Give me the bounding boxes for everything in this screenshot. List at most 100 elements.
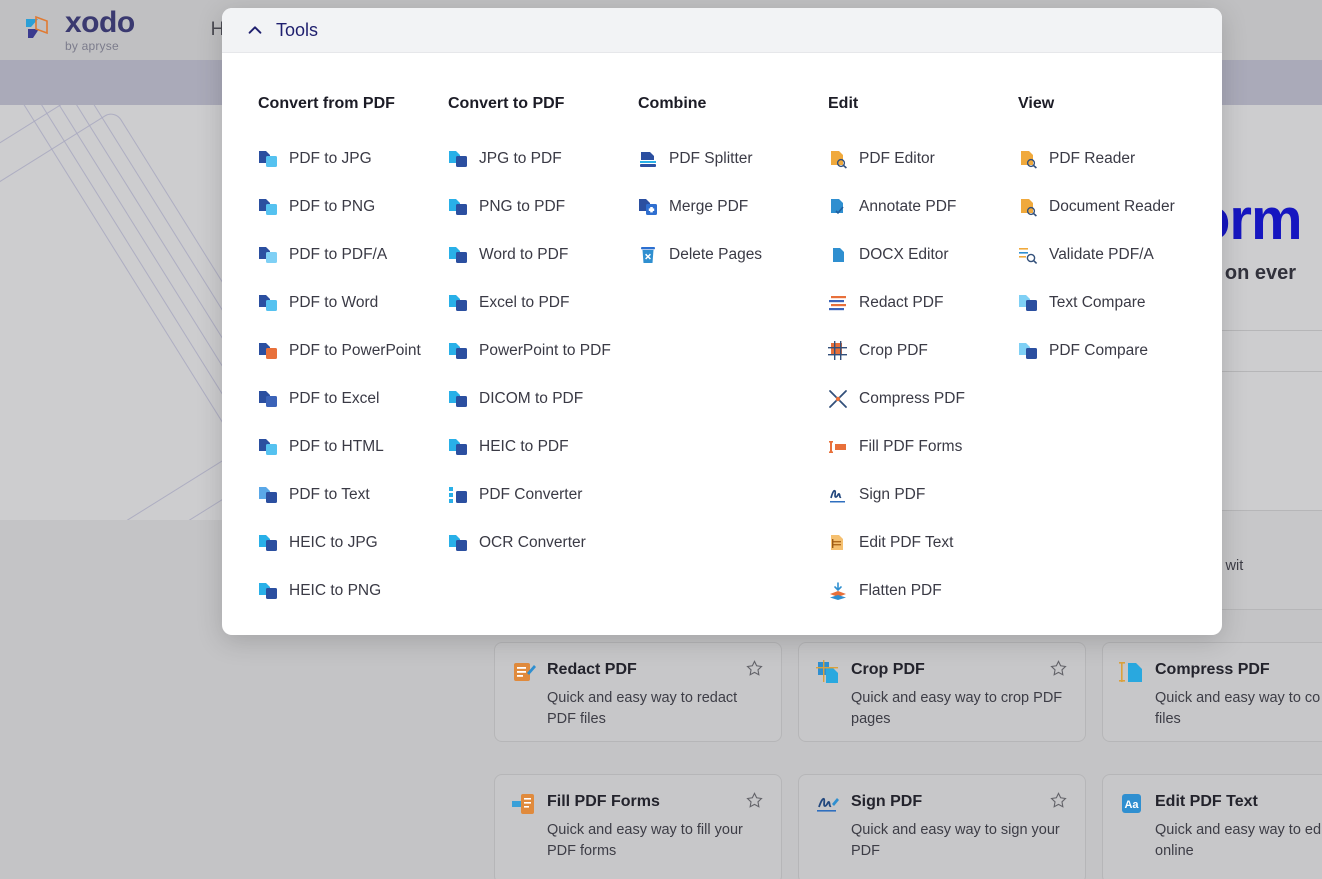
menu-item-label: Crop PDF [859, 342, 928, 360]
xodo-logo-icon [22, 13, 56, 47]
menu-item-fill-pdf-forms[interactable]: Fill PDF Forms [828, 423, 1018, 471]
menu-item-pdf-splitter[interactable]: PDF Splitter [638, 135, 828, 183]
card-title: Crop PDF [851, 661, 925, 679]
menu-item-heic-to-png[interactable]: HEIC to PNG [258, 567, 448, 615]
menu-item-delete-pages[interactable]: Delete Pages [638, 231, 828, 279]
menu-item-pdf-to-excel[interactable]: PDF to Excel [258, 375, 448, 423]
pdf-to-word-icon [258, 293, 278, 313]
menu-item-text-compare[interactable]: Text Compare [1018, 279, 1208, 327]
redact-pdf-icon [828, 293, 848, 313]
menu-item-merge-pdf[interactable]: Merge PDF [638, 183, 828, 231]
menu-item-pdf-compare[interactable]: PDF Compare [1018, 327, 1208, 375]
tools-dropdown-header[interactable]: Tools [222, 8, 1222, 53]
menu-item-pdf-to-powerpoint[interactable]: PDF to PowerPoint [258, 327, 448, 375]
menu-item-label: PDF Compare [1049, 342, 1148, 360]
menu-item-label: Sign PDF [859, 486, 925, 504]
menu-item-label: Fill PDF Forms [859, 438, 962, 456]
menu-item-validate-pdfa[interactable]: Validate PDF/A [1018, 231, 1208, 279]
menu-item-pdf-editor[interactable]: PDF Editor [828, 135, 1018, 183]
menu-item-label: PDF to PDF/A [289, 246, 387, 264]
favorite-star-icon[interactable] [746, 660, 763, 677]
card-compress-pdf[interactable]: Compress PDF Quick and easy way to co PD… [1102, 642, 1322, 742]
favorite-star-icon[interactable] [1050, 792, 1067, 809]
card-fill-pdf-forms[interactable]: Fill PDF Forms Quick and easy way to fil… [494, 774, 782, 879]
logo-name: xodo [65, 8, 135, 38]
menu-item-excel-to-pdf[interactable]: Excel to PDF [448, 279, 638, 327]
menu-item-compress-pdf[interactable]: Compress PDF [828, 375, 1018, 423]
compress-pdf-icon [1119, 659, 1145, 685]
dicom-to-pdf-icon [448, 389, 468, 409]
menu-item-label: PDF to Excel [289, 390, 379, 408]
menu-item-pdf-to-png[interactable]: PDF to PNG [258, 183, 448, 231]
menu-item-edit-pdf-text[interactable]: Edit PDF Text [828, 519, 1018, 567]
text-compare-icon [1018, 293, 1038, 313]
menu-item-label: PDF Converter [479, 486, 582, 504]
menu-item-dicom-to-pdf[interactable]: DICOM to PDF [448, 375, 638, 423]
powerpoint-to-pdf-icon [448, 341, 468, 361]
fill-pdf-forms-icon [511, 791, 537, 817]
menu-item-heic-to-pdf[interactable]: HEIC to PDF [448, 423, 638, 471]
card-redact-pdf[interactable]: Redact PDF Quick and easy way to redact … [494, 642, 782, 742]
hero-cta-button[interactable] [1211, 330, 1322, 372]
card-edit-pdf-text[interactable]: Aa Edit PDF Text Quick and easy way to e… [1102, 774, 1322, 879]
menu-item-word-to-pdf[interactable]: Word to PDF [448, 231, 638, 279]
ocr-converter-icon [448, 533, 468, 553]
menu-item-crop-pdf[interactable]: Crop PDF [828, 327, 1018, 375]
card-description: Quick and easy way to ed text online [1155, 820, 1322, 862]
menu-item-pdf-converter[interactable]: PDF Converter [448, 471, 638, 519]
excel-to-pdf-icon [448, 293, 468, 313]
edit-pdf-text-icon [828, 533, 848, 553]
menu-item-pdf-reader[interactable]: PDF Reader [1018, 135, 1208, 183]
menu-item-jpg-to-pdf[interactable]: JPG to PDF [448, 135, 638, 183]
card-title: Edit PDF Text [1155, 793, 1258, 811]
pdf-reader-icon [1018, 149, 1038, 169]
pdf-to-jpg-icon [258, 149, 278, 169]
menu-item-pdf-to-pdfa[interactable]: PDF to PDF/A [258, 231, 448, 279]
card-crop-pdf[interactable]: Crop PDF Quick and easy way to crop PDF … [798, 642, 1086, 742]
card-description: Quick and easy way to sign your PDF [851, 820, 1069, 862]
menu-item-heic-to-jpg[interactable]: HEIC to JPG [258, 519, 448, 567]
menu-item-flatten-pdf[interactable]: Flatten PDF [828, 567, 1018, 615]
menu-item-label: Delete Pages [669, 246, 762, 264]
document-reader-icon [1018, 197, 1038, 217]
menu-item-docx-editor[interactable]: DOCX Editor [828, 231, 1018, 279]
card-title: Redact PDF [547, 661, 637, 679]
menu-item-powerpoint-to-pdf[interactable]: PowerPoint to PDF [448, 327, 638, 375]
menu-item-label: DOCX Editor [859, 246, 949, 264]
menu-item-label: HEIC to JPG [289, 534, 378, 552]
heic-to-pdf-icon [448, 437, 468, 457]
menu-item-pdf-to-word[interactable]: PDF to Word [258, 279, 448, 327]
card-header: Crop PDF [815, 661, 1069, 685]
menu-item-redact-pdf[interactable]: Redact PDF [828, 279, 1018, 327]
crop-pdf-icon [828, 341, 848, 361]
pdf-editor-icon [828, 149, 848, 169]
pdf-to-pdfa-icon [258, 245, 278, 265]
card-sign-pdf[interactable]: Sign PDF Quick and easy way to sign your… [798, 774, 1086, 879]
menu-item-label: Redact PDF [859, 294, 943, 312]
edit-pdf-text-icon: Aa [1119, 791, 1145, 817]
menu-item-label: Merge PDF [669, 198, 748, 216]
card-description: Quick and easy way to fill your PDF form… [547, 820, 765, 862]
sign-pdf-icon [815, 791, 841, 817]
favorite-star-icon[interactable] [1050, 660, 1067, 677]
card-header: Fill PDF Forms [511, 793, 765, 817]
card-description: Quick and easy way to crop PDF pages [851, 688, 1069, 730]
menu-item-pdf-to-text[interactable]: PDF to Text [258, 471, 448, 519]
logo[interactable]: xodo by apryse [22, 8, 135, 52]
docx-editor-icon [828, 245, 848, 265]
tools-label: Tools [276, 20, 318, 41]
menu-item-pdf-to-html[interactable]: PDF to HTML [258, 423, 448, 471]
menu-item-annotate-pdf[interactable]: Annotate PDF [828, 183, 1018, 231]
menu-item-label: PNG to PDF [479, 198, 565, 216]
tools-column-view: View PDF Reader Document Reader Validate… [1018, 95, 1208, 615]
pdf-to-png-icon [258, 197, 278, 217]
menu-item-pdf-to-jpg[interactable]: PDF to JPG [258, 135, 448, 183]
menu-item-document-reader[interactable]: Document Reader [1018, 183, 1208, 231]
menu-item-ocr-converter[interactable]: OCR Converter [448, 519, 638, 567]
favorite-star-icon[interactable] [746, 792, 763, 809]
sign-pdf-icon [828, 485, 848, 505]
menu-item-png-to-pdf[interactable]: PNG to PDF [448, 183, 638, 231]
menu-item-sign-pdf[interactable]: Sign PDF [828, 471, 1018, 519]
redact-pdf-icon [511, 659, 537, 685]
crop-pdf-icon [815, 659, 841, 685]
